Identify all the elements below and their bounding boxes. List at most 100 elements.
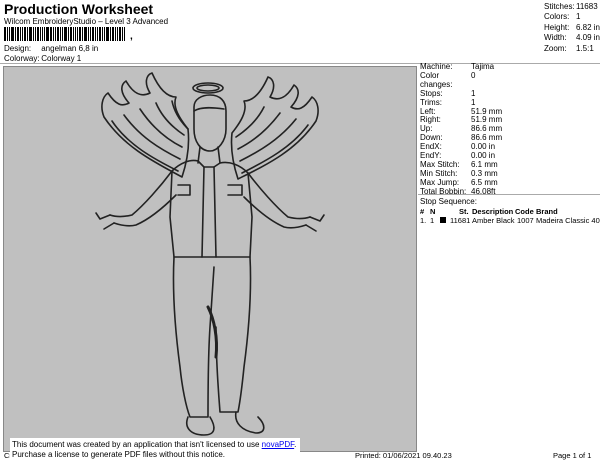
stat-row: Width: 4.09 in bbox=[544, 33, 600, 43]
barcode-bar bbox=[84, 27, 87, 41]
stat-row: Stitches: 11683 bbox=[544, 2, 600, 12]
notice-suffix: . bbox=[294, 440, 297, 449]
barcode-bar bbox=[115, 27, 116, 41]
stat-label: Width: bbox=[544, 33, 567, 43]
machine-info-value: 46.08ft bbox=[471, 186, 496, 196]
barcode-bar bbox=[124, 27, 125, 41]
barcode-bar bbox=[9, 27, 10, 41]
machine-info-row: Color changes: 0 bbox=[420, 70, 502, 90]
barcode-bar bbox=[44, 27, 45, 41]
row-num: 1. bbox=[420, 216, 427, 225]
barcode-bar bbox=[99, 27, 101, 41]
stop-sequence-title: Stop Sequence: bbox=[420, 197, 477, 206]
barcode-bar bbox=[35, 27, 36, 41]
barcode-bar bbox=[112, 27, 114, 41]
barcode-bar bbox=[82, 27, 83, 41]
colorway-row: Colorway: Colorway 1 bbox=[4, 54, 81, 63]
barcode-bar bbox=[29, 27, 32, 41]
barcode-bar bbox=[92, 27, 94, 41]
barcode-bar bbox=[24, 27, 26, 41]
barcode-bar bbox=[53, 27, 54, 41]
barcode-bar bbox=[22, 27, 23, 41]
license-notice: This document was created by an applicat… bbox=[10, 438, 300, 462]
barcode-bar bbox=[97, 27, 98, 41]
machine-info-value: 0 bbox=[471, 70, 476, 80]
barcode-bar bbox=[95, 27, 96, 41]
design-row: Design: angelman 6,8 in bbox=[4, 44, 98, 53]
col-brand-header: Brand bbox=[536, 207, 558, 216]
barcode-bar bbox=[73, 27, 74, 41]
barcode-bar bbox=[77, 27, 78, 41]
barcode-bar bbox=[64, 27, 67, 41]
barcode-bar bbox=[7, 27, 8, 41]
barcode-bar bbox=[122, 27, 123, 41]
stat-row: Zoom: 1.5:1 bbox=[544, 44, 600, 54]
barcode-bar bbox=[106, 27, 109, 41]
colorway-label: Colorway: bbox=[4, 54, 40, 63]
notice-text: This document was created by an applicat… bbox=[12, 440, 262, 449]
novapdf-link[interactable]: novaPDF bbox=[262, 440, 294, 449]
barcode-bar bbox=[79, 27, 81, 41]
angel-embroidery-image bbox=[95, 72, 325, 436]
barcode bbox=[4, 27, 129, 41]
machine-info-panel: Machine: Tajima Color changes: 0 Stops: 1 Trim… bbox=[420, 62, 502, 197]
barcode-bar bbox=[90, 27, 91, 41]
software-name: Wilcom EmbroideryStudio – Level 3 Advanc… bbox=[4, 17, 169, 26]
barcode-bar bbox=[117, 27, 118, 41]
barcode-bar bbox=[110, 27, 111, 41]
colorway-value: Colorway 1 bbox=[41, 54, 82, 63]
barcode-bar bbox=[62, 27, 63, 41]
row-description: Amber Black bbox=[472, 216, 515, 225]
row-n: 1 bbox=[430, 216, 435, 225]
barcode-bar bbox=[119, 27, 121, 41]
stat-label: Stitches: bbox=[544, 2, 575, 11]
worksheet-title: Production Worksheet bbox=[4, 1, 154, 17]
barcode-bar bbox=[70, 27, 72, 41]
barcode-suffix: , bbox=[130, 31, 133, 42]
col-st-header: St. bbox=[459, 207, 469, 216]
barcode-bar bbox=[75, 27, 76, 41]
stat-row: Height: 6.82 in bbox=[544, 23, 600, 33]
stat-value: 1 bbox=[576, 12, 581, 22]
barcode-bar bbox=[33, 27, 34, 41]
barcode-bar bbox=[50, 27, 52, 41]
machine-info-label: Color changes: bbox=[420, 70, 453, 89]
row-brand: Madeira Classic 40 bbox=[536, 216, 600, 225]
barcode-bar bbox=[37, 27, 39, 41]
stop-sequence-row: 1. 1 11681 Amber Black 1007 Madeira Clas… bbox=[420, 216, 600, 226]
stats-panel: Stitches: 11683 Colors: 1 Height: 6.82 in W… bbox=[544, 2, 600, 54]
machine-info-row: Total Bobbin: 46.08ft bbox=[420, 186, 502, 197]
barcode-bar bbox=[102, 27, 103, 41]
notice-line-1: This document was created by an applicat… bbox=[12, 440, 298, 450]
barcode-bar bbox=[17, 27, 19, 41]
stat-row: Colors: 1 bbox=[544, 12, 600, 22]
col-code-header: Code bbox=[515, 207, 534, 216]
printed-date: Printed: 01/06/2021 09.40.23 bbox=[355, 451, 452, 460]
barcode-bar bbox=[20, 27, 21, 41]
barcode-bar bbox=[15, 27, 16, 41]
row-code: 1007 bbox=[517, 216, 534, 225]
barcode-bar bbox=[60, 27, 61, 41]
barcode-bar bbox=[88, 27, 89, 41]
barcode-bar bbox=[57, 27, 59, 41]
design-label: Design: bbox=[4, 44, 32, 53]
color-swatch bbox=[440, 217, 446, 223]
machine-info-label: Total Bobbin: bbox=[420, 186, 467, 196]
stat-value: 1.5:1 bbox=[576, 43, 594, 53]
stat-value: 11683 bbox=[576, 2, 598, 11]
stat-label: Zoom: bbox=[544, 43, 567, 53]
barcode-bar bbox=[27, 27, 28, 41]
stat-value: 4.09 in bbox=[575, 33, 600, 43]
header-divider bbox=[0, 63, 600, 64]
barcode-bar bbox=[4, 27, 6, 41]
barcode-bar bbox=[46, 27, 49, 41]
col-num-header: # bbox=[420, 207, 425, 216]
stat-label: Colors: bbox=[544, 12, 570, 22]
page-number: Page 1 of 1 bbox=[553, 451, 592, 460]
design-preview bbox=[3, 66, 417, 452]
stat-label: Height: bbox=[544, 22, 570, 32]
stat-value: 6.82 in bbox=[575, 22, 600, 32]
notice-line-2: Purchase a license to generate PDF files… bbox=[12, 449, 225, 459]
design-value: angelman 6,8 in bbox=[41, 44, 99, 53]
col-n-header: N bbox=[430, 207, 436, 216]
